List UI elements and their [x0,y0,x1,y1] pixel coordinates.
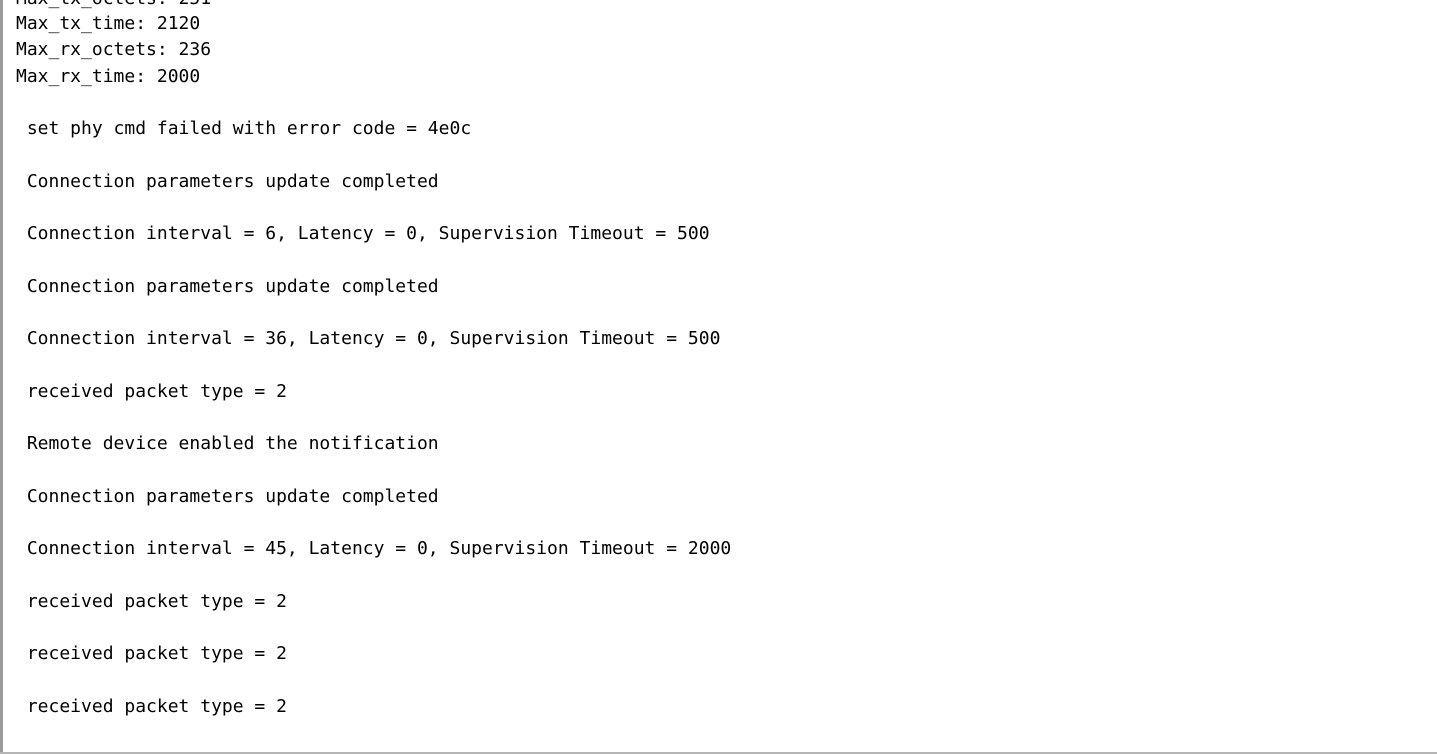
log-line-packet-3: received packet type = 2 [16,643,287,664]
log-line-set-phy-error: set phy cmd failed with error code = 4e0… [16,118,472,139]
serial-console-window: Max_tx_octets: 251 Max_tx_time: 2120 Max… [0,0,1437,754]
log-line-notification-enabled: Remote device enabled the notification [16,433,439,454]
log-line-conn-interval-3: Connection interval = 45, Latency = 0, S… [16,538,732,559]
log-line-conn-interval-1: Connection interval = 6, Latency = 0, Su… [16,223,710,244]
window-left-border [0,0,3,754]
log-line-conn-interval-2: Connection interval = 36, Latency = 0, S… [16,328,721,349]
log-line-max-tx-octets: Max_tx_octets: 251 [16,0,211,10]
log-line-max-tx-time: Max_tx_time: 2120 [16,13,201,34]
log-line-max-rx-time: Max_rx_time: 2000 [16,66,201,87]
log-line-conn-update-3: Connection parameters update completed [16,486,439,507]
log-line-conn-update-1: Connection parameters update completed [16,171,439,192]
log-line-max-rx-octets: Max_rx_octets: 236 [16,39,212,60]
log-line-conn-update-2: Connection parameters update completed [16,276,439,297]
log-line-packet-4: received packet type = 2 [16,696,287,717]
log-line-packet-2: received packet type = 2 [16,591,287,612]
log-line-packet-1: received packet type = 2 [16,381,287,402]
